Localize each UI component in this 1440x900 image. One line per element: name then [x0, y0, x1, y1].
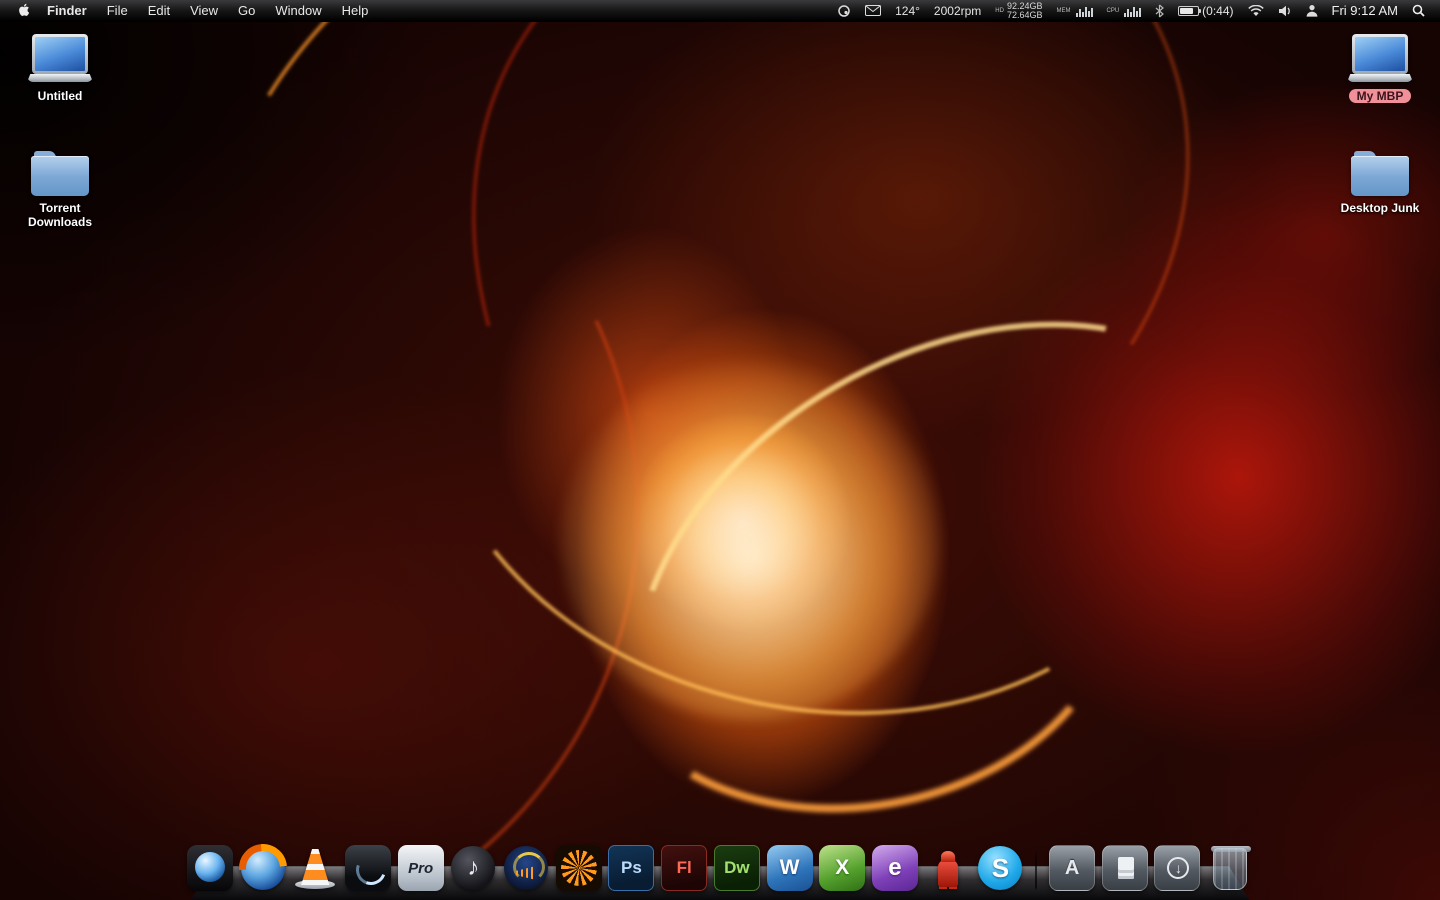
icon-label: Torrent Downloads — [27, 201, 92, 229]
user-switch-menu-extra[interactable] — [1299, 0, 1325, 21]
dock-item-excel[interactable]: X — [817, 840, 867, 894]
dock-item-vlc[interactable] — [290, 840, 340, 894]
dock-item-word[interactable]: W — [765, 840, 815, 894]
word-icon: W — [766, 845, 813, 891]
dock-item-documents-stack[interactable] — [1100, 840, 1150, 894]
menu-file[interactable]: File — [97, 0, 138, 21]
bluetooth-menu-extra[interactable] — [1148, 0, 1171, 21]
audio-app-icon — [344, 845, 391, 891]
menu-go[interactable]: Go — [228, 0, 265, 21]
menu-bar-clock[interactable]: Fri 9:12 AM — [1325, 0, 1405, 21]
memory-meter[interactable]: MEM — [1050, 0, 1100, 21]
audacity-icon — [504, 846, 549, 890]
apple-menu[interactable] — [10, 0, 37, 21]
user-icon — [1306, 5, 1317, 17]
hydrant-icon — [925, 845, 971, 891]
mail-icon — [865, 5, 882, 16]
menu-view[interactable]: View — [180, 0, 228, 21]
vlc-cone-icon — [292, 845, 338, 891]
wifi-menu-extra[interactable] — [1241, 0, 1271, 21]
documents-stack-icon — [1101, 845, 1148, 891]
dock-item-logic-pro[interactable]: Pro — [396, 840, 446, 894]
cpu-meter[interactable]: CPU — [1100, 0, 1149, 21]
dock-item-flash[interactable]: Fl — [659, 840, 709, 894]
battery-icon — [1178, 5, 1202, 16]
bluetooth-icon — [1155, 4, 1165, 17]
volume-icon — [1278, 5, 1290, 16]
music-note-icon: ♪ — [451, 846, 496, 890]
dock-item-entourage[interactable]: e — [870, 840, 920, 894]
computer-icon — [1347, 34, 1413, 84]
desktop-icon-torrent-downloads[interactable]: Torrent Downloads — [10, 150, 110, 229]
dock-item-applications-stack[interactable]: A — [1047, 840, 1097, 894]
wallpaper — [0, 0, 1440, 900]
battery-menu-extra[interactable]: (0:44) — [1171, 0, 1240, 21]
folder-icon — [1351, 150, 1409, 196]
apple-icon — [19, 3, 29, 16]
dock-separator — [1035, 848, 1038, 890]
dock-item-red-utility[interactable] — [923, 840, 973, 894]
cpu-label: CPU — [1106, 7, 1120, 14]
logic-pro-icon: Pro — [397, 845, 444, 891]
photoshop-icon: Ps — [608, 845, 655, 891]
dock-item-reason[interactable] — [554, 840, 604, 894]
memory-meter-bars — [1075, 4, 1093, 17]
skype-icon: S — [978, 846, 1023, 890]
disk-usage-readout[interactable]: HD 92.24GB 72.64GB — [988, 0, 1049, 21]
desktop-icon-untitled[interactable]: Untitled — [17, 34, 103, 103]
quicksilver-menu-extra[interactable] — [830, 0, 858, 21]
firefox-icon — [240, 846, 285, 890]
reason-icon — [555, 845, 602, 891]
spotlight-menu-extra[interactable] — [1405, 0, 1432, 21]
icon-label: My MBP — [1348, 89, 1412, 103]
menu-finder[interactable]: Finder — [37, 0, 97, 21]
dreamweaver-icon: Dw — [713, 845, 760, 891]
fan-speed-readout[interactable]: 2002rpm — [927, 0, 988, 21]
dock-item-audacity[interactable] — [501, 840, 551, 894]
desktop: Untitled Torrent Downloads My MBP Deskto… — [0, 0, 1440, 900]
computer-icon — [27, 34, 93, 84]
dock-item-trash[interactable] — [1205, 840, 1255, 894]
entourage-icon: e — [871, 845, 918, 891]
mail-menu-extra[interactable] — [858, 0, 888, 21]
dock-item-music-player[interactable]: ♪ — [449, 840, 499, 894]
excel-icon: X — [819, 845, 866, 891]
flash-icon: Fl — [661, 845, 708, 891]
applications-stack-icon: A — [1049, 845, 1096, 891]
volume-menu-extra[interactable] — [1271, 0, 1299, 21]
disk-label: HD — [995, 7, 1004, 14]
dock: Pro ♪ Ps Fl Dw W X e S A ↓ — [185, 816, 1255, 900]
cpu-meter-bars — [1124, 4, 1142, 17]
downloads-stack-icon: ↓ — [1154, 845, 1201, 891]
menu-window[interactable]: Window — [265, 0, 331, 21]
menu-edit[interactable]: Edit — [138, 0, 180, 21]
memory-label: MEM — [1056, 7, 1071, 14]
wifi-icon — [1247, 4, 1264, 16]
desktop-icon-my-mbp[interactable]: My MBP — [1337, 34, 1423, 103]
dock-item-dreamweaver[interactable]: Dw — [712, 840, 762, 894]
quicksilver-icon — [838, 4, 850, 17]
folder-icon — [31, 150, 89, 196]
dock-item-skype[interactable]: S — [976, 840, 1026, 894]
disk-values: 92.24GB 72.64GB — [1006, 0, 1043, 20]
finder-orb-icon — [186, 845, 233, 891]
spotlight-search-icon — [1412, 4, 1425, 17]
icon-label: Untitled — [37, 89, 83, 103]
desktop-icon-desktop-junk[interactable]: Desktop Junk — [1330, 150, 1430, 215]
temperature-readout[interactable]: 124° — [888, 0, 927, 21]
dock-item-finder[interactable] — [185, 840, 235, 894]
dock-item-downloads-stack[interactable]: ↓ — [1153, 840, 1203, 894]
icon-label: Desktop Junk — [1340, 201, 1420, 215]
menu-bar: Finder File Edit View Go Window Help 124… — [0, 0, 1440, 22]
dock-item-firefox[interactable] — [238, 840, 288, 894]
menu-help[interactable]: Help — [332, 0, 379, 21]
trash-icon — [1211, 846, 1252, 890]
dock-item-audio-app[interactable] — [343, 840, 393, 894]
dock-item-photoshop[interactable]: Ps — [607, 840, 657, 894]
